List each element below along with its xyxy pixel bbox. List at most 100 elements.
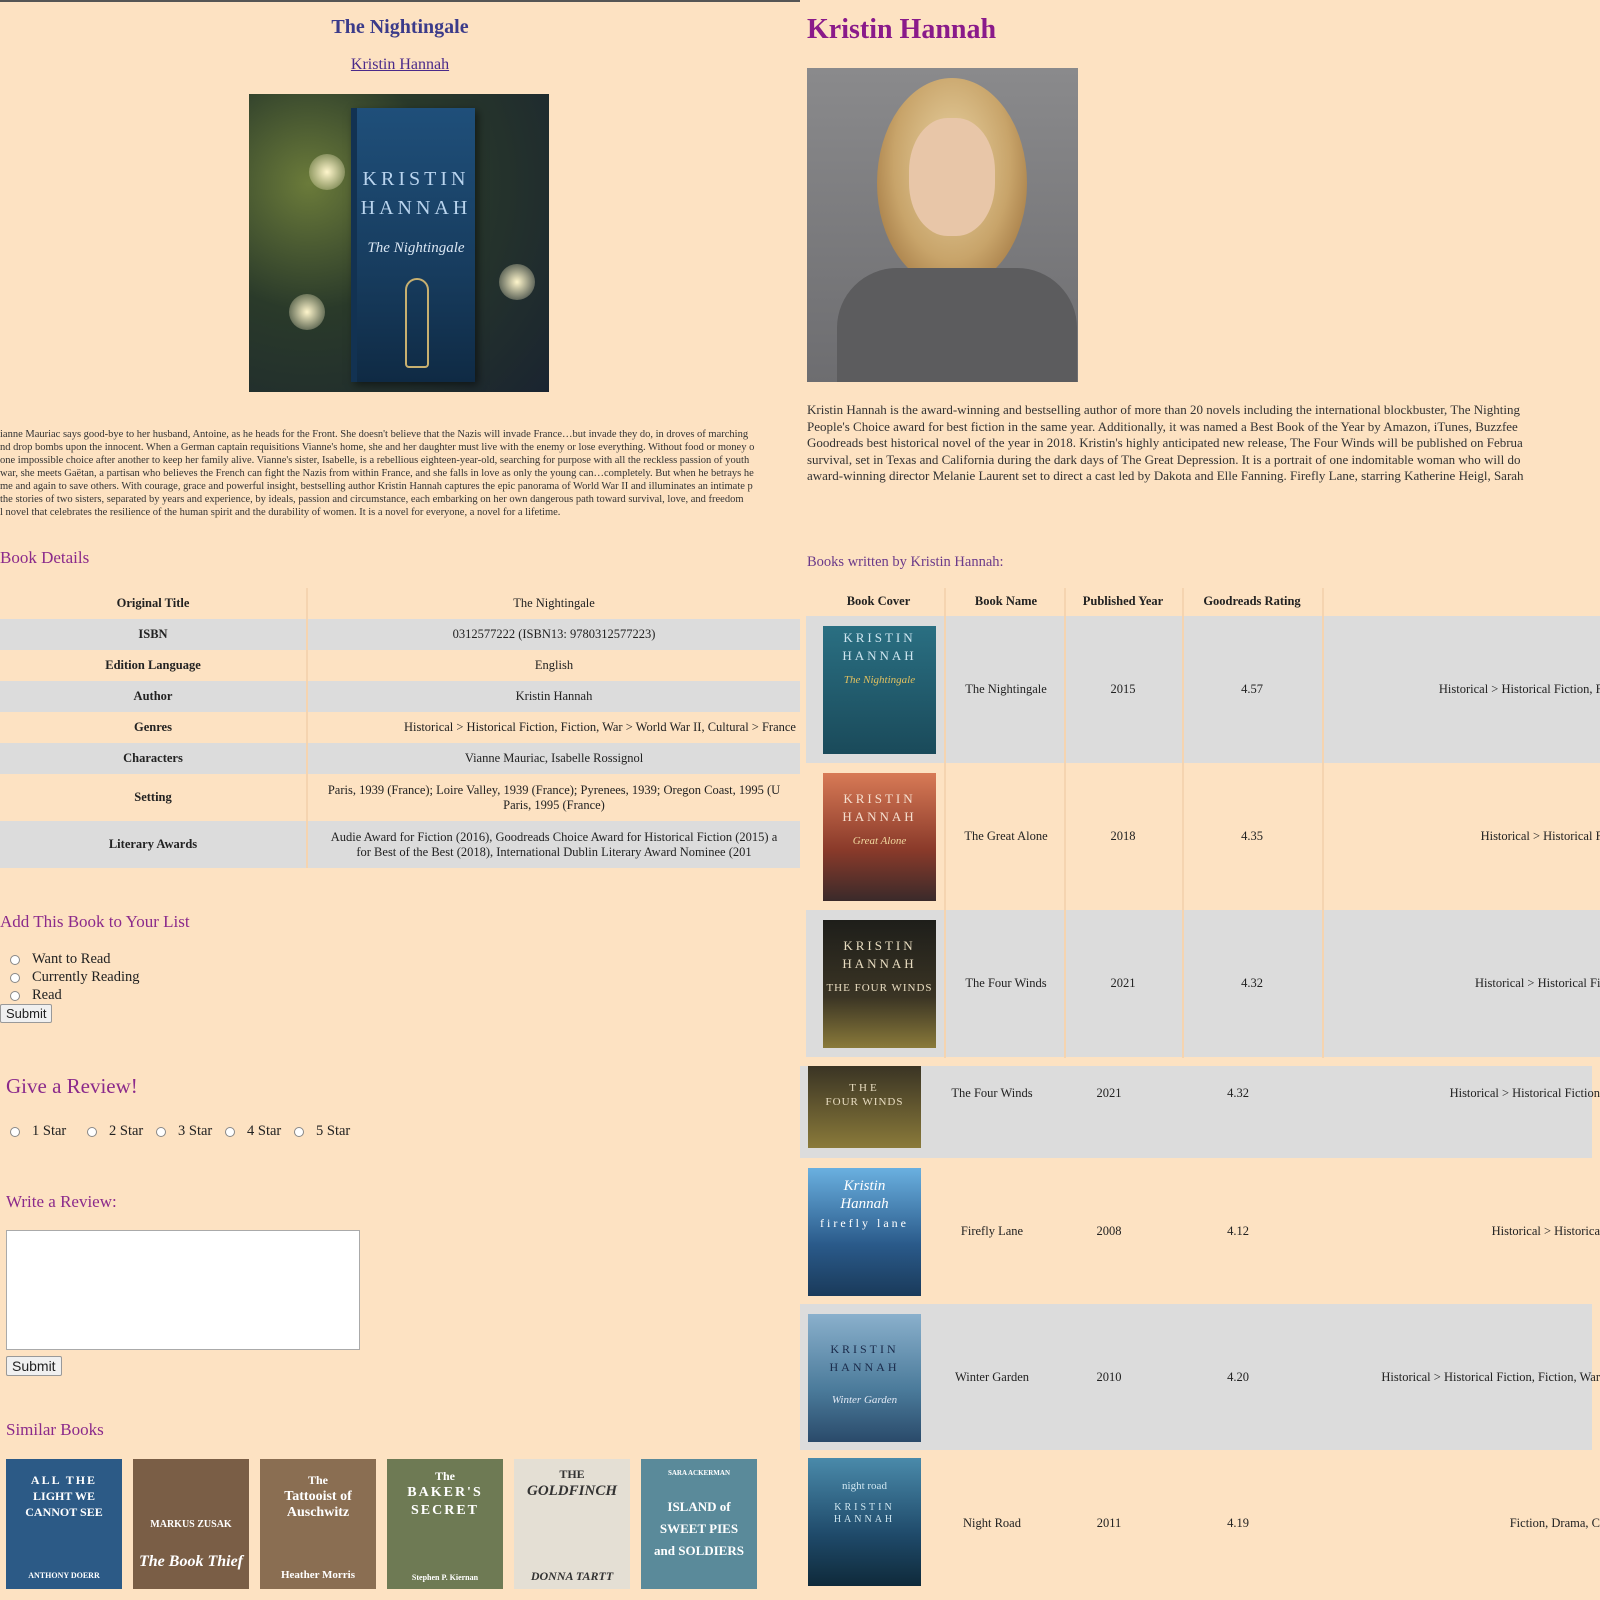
radio-button[interactable]: [294, 1126, 304, 1137]
published-year: 2021: [1110, 976, 1136, 990]
detail-value: Audie Award for Fiction (2016), Goodread…: [307, 821, 800, 868]
book-synopsis: ianne Mauriac says good-bye to her husba…: [0, 429, 755, 518]
book-cover-thumbnail[interactable]: KRISTIN HANNAH The Nightingale: [823, 626, 936, 754]
book-name: The Nightingale: [965, 682, 1047, 696]
published-year: 2008: [1096, 1224, 1122, 1238]
book-name: The Great Alone: [964, 829, 1048, 843]
detail-key: Original Title: [0, 588, 308, 619]
detail-value: 0312577222 (ISBN13: 9780312577223): [307, 619, 800, 650]
detail-key: Literary Awards: [0, 821, 308, 868]
author-bio: Kristin Hannah is the award-winning and …: [807, 402, 1524, 483]
book-genres: Fiction, Drama, C: [1509, 1516, 1600, 1530]
book-genres: Historical > Historical Fiction, Fiction…: [1381, 1370, 1600, 1384]
book-cover-thumbnail[interactable]: KRISTIN HANNAH Great Alone: [823, 773, 936, 901]
book-name: The Four Winds: [965, 976, 1047, 990]
review-submit-button[interactable]: Submit: [6, 1356, 62, 1376]
author-link[interactable]: Kristin Hannah: [0, 56, 800, 74]
book-panel: The Nightingale Kristin Hannah KRISTIN H…: [0, 0, 800, 1600]
detail-key: Setting: [0, 774, 308, 821]
similar-book-cover[interactable]: THE GOLDFINCH DONNA TARTT: [514, 1459, 630, 1589]
list-option-currently-reading[interactable]: Currently Reading: [10, 969, 140, 986]
book-cover-thumbnail[interactable]: Kristin Hannah firefly lane: [808, 1168, 921, 1296]
star-rating-4[interactable]: 4 Star: [225, 1123, 281, 1140]
book-name: Winter Garden: [954, 1370, 1030, 1384]
star-rating-5[interactable]: 5 Star: [294, 1123, 350, 1140]
author-panel: Kristin Hannah Kristin Hannah is the awa…: [800, 0, 1600, 1600]
goodreads-rating: 4.19: [1227, 1516, 1249, 1530]
radio-button[interactable]: [10, 954, 20, 965]
book-title: The Nightingale: [331, 16, 469, 38]
similar-book-cover[interactable]: SARA ACKERMAN ISLAND of SWEET PIES and SOLD…: [641, 1459, 757, 1589]
col-book-name: Book Name: [974, 594, 1038, 608]
similar-book-cover[interactable]: MARKUS ZUSAK The Book Thief: [133, 1459, 249, 1589]
book-cover-thumbnail[interactable]: night road KRISTIN HANNAH: [808, 1458, 921, 1586]
detail-value: Paris, 1939 (France); Loire Valley, 1939…: [327, 782, 781, 812]
goodreads-rating: 4.32: [1227, 1086, 1249, 1100]
similar-book-cover[interactable]: ALL THE LIGHT WE CANNOT SEE ANTHONY DOERR: [6, 1459, 122, 1589]
book-genres: Historical > Historical Fi: [1480, 829, 1600, 843]
published-year: 2021: [1096, 1086, 1122, 1100]
similar-book-cover[interactable]: The BAKER'S SECRET Stephen P. Kiernan: [387, 1459, 503, 1589]
radio-button[interactable]: [10, 972, 20, 983]
published-year: 2018: [1110, 829, 1136, 843]
radio-button[interactable]: [87, 1126, 97, 1137]
book-name: The Four Winds: [951, 1086, 1033, 1100]
author-photo: [807, 68, 1078, 382]
book-genres: Historical > Historica: [1491, 1224, 1600, 1238]
detail-key: Genres: [0, 712, 308, 743]
table-row: night road KRISTIN HANNAH Night Road 2011 …: [800, 1450, 1600, 1600]
goodreads-rating: 4.20: [1227, 1370, 1249, 1384]
goodreads-rating: 4.12: [1227, 1224, 1249, 1238]
published-year: 2010: [1096, 1370, 1122, 1384]
col-published-year: Published Year: [1082, 594, 1164, 608]
top-border: [0, 0, 800, 2]
column-divider: [944, 588, 946, 1058]
detail-key: Characters: [0, 743, 308, 774]
list-option-want-to-read[interactable]: Want to Read: [10, 951, 111, 968]
book-cover-thumbnail[interactable]: KRISTIN HANNAH Winter Garden: [808, 1314, 921, 1442]
radio-button[interactable]: [10, 990, 20, 1001]
table-row: Kristin Hannah firefly lane Firefly Lane 2…: [800, 1158, 1600, 1304]
review-heading: Give a Review!: [6, 1074, 138, 1098]
books-list-heading: Books written by Kristin Hannah:: [807, 554, 1004, 570]
col-goodreads-rating: Goodreads Rating: [1203, 594, 1301, 608]
add-list-heading: Add This Book to Your List: [0, 912, 190, 931]
column-divider: [1182, 588, 1184, 1058]
book-name: Night Road: [963, 1516, 1021, 1530]
table-row: THE FOUR WINDS The Four Winds 2021 4.32 H…: [800, 1066, 1600, 1158]
detail-value: Historical > Historical Fiction, Fiction…: [403, 720, 796, 734]
book-cover-image: KRISTIN HANNAH The Nightingale: [249, 94, 549, 392]
column-divider: [1322, 588, 1324, 1058]
detail-key: Author: [0, 681, 308, 712]
write-review-label: Write a Review:: [6, 1192, 117, 1211]
book-cover-thumbnail[interactable]: THE FOUR WINDS: [808, 1066, 921, 1148]
column-divider: [1064, 588, 1066, 1058]
goodreads-rating: 4.57: [1241, 682, 1263, 696]
list-submit-button[interactable]: Submit: [0, 1004, 53, 1023]
star-rating-3[interactable]: 3 Star: [156, 1123, 212, 1140]
similar-books-heading: Similar Books: [6, 1420, 104, 1439]
table-row: KRISTIN HANNAH Great Alone The Great Alone…: [806, 763, 1600, 910]
similar-book-cover[interactable]: The Tattooist of Auschwitz Heather Morris: [260, 1459, 376, 1589]
table-row: KRISTIN HANNAH The Nightingale The Nightin…: [806, 616, 1600, 763]
goodreads-rating: 4.35: [1241, 829, 1263, 843]
radio-button[interactable]: [156, 1126, 166, 1137]
list-option-read[interactable]: Read: [10, 987, 62, 1004]
book-details-heading: Book Details: [0, 548, 90, 567]
star-rating-1[interactable]: 1 Star: [10, 1123, 66, 1140]
book-genres: Historical > Historical Fiction: [1449, 1086, 1600, 1100]
review-textarea[interactable]: [6, 1230, 360, 1350]
book-name: Firefly Lane: [960, 1224, 1024, 1238]
book-cover-thumbnail[interactable]: KRISTIN HANNAH THE FOUR WINDS: [823, 920, 936, 1048]
table-row: KRISTIN HANNAH THE FOUR WINDS The Four Win…: [806, 910, 1600, 1057]
published-year: 2011: [1096, 1516, 1122, 1530]
goodreads-rating: 4.32: [1241, 976, 1263, 990]
table-row: KRISTIN HANNAH Winter Garden Winter Garden…: [800, 1304, 1600, 1450]
radio-button[interactable]: [225, 1126, 235, 1137]
star-rating-2[interactable]: 2 Star: [87, 1123, 143, 1140]
detail-value: English: [534, 658, 574, 672]
published-year: 2015: [1110, 682, 1136, 696]
radio-button[interactable]: [10, 1126, 20, 1137]
col-book-cover: Book Cover: [846, 594, 911, 608]
detail-value: Vianne Mauriac, Isabelle Rossignol: [307, 743, 800, 774]
